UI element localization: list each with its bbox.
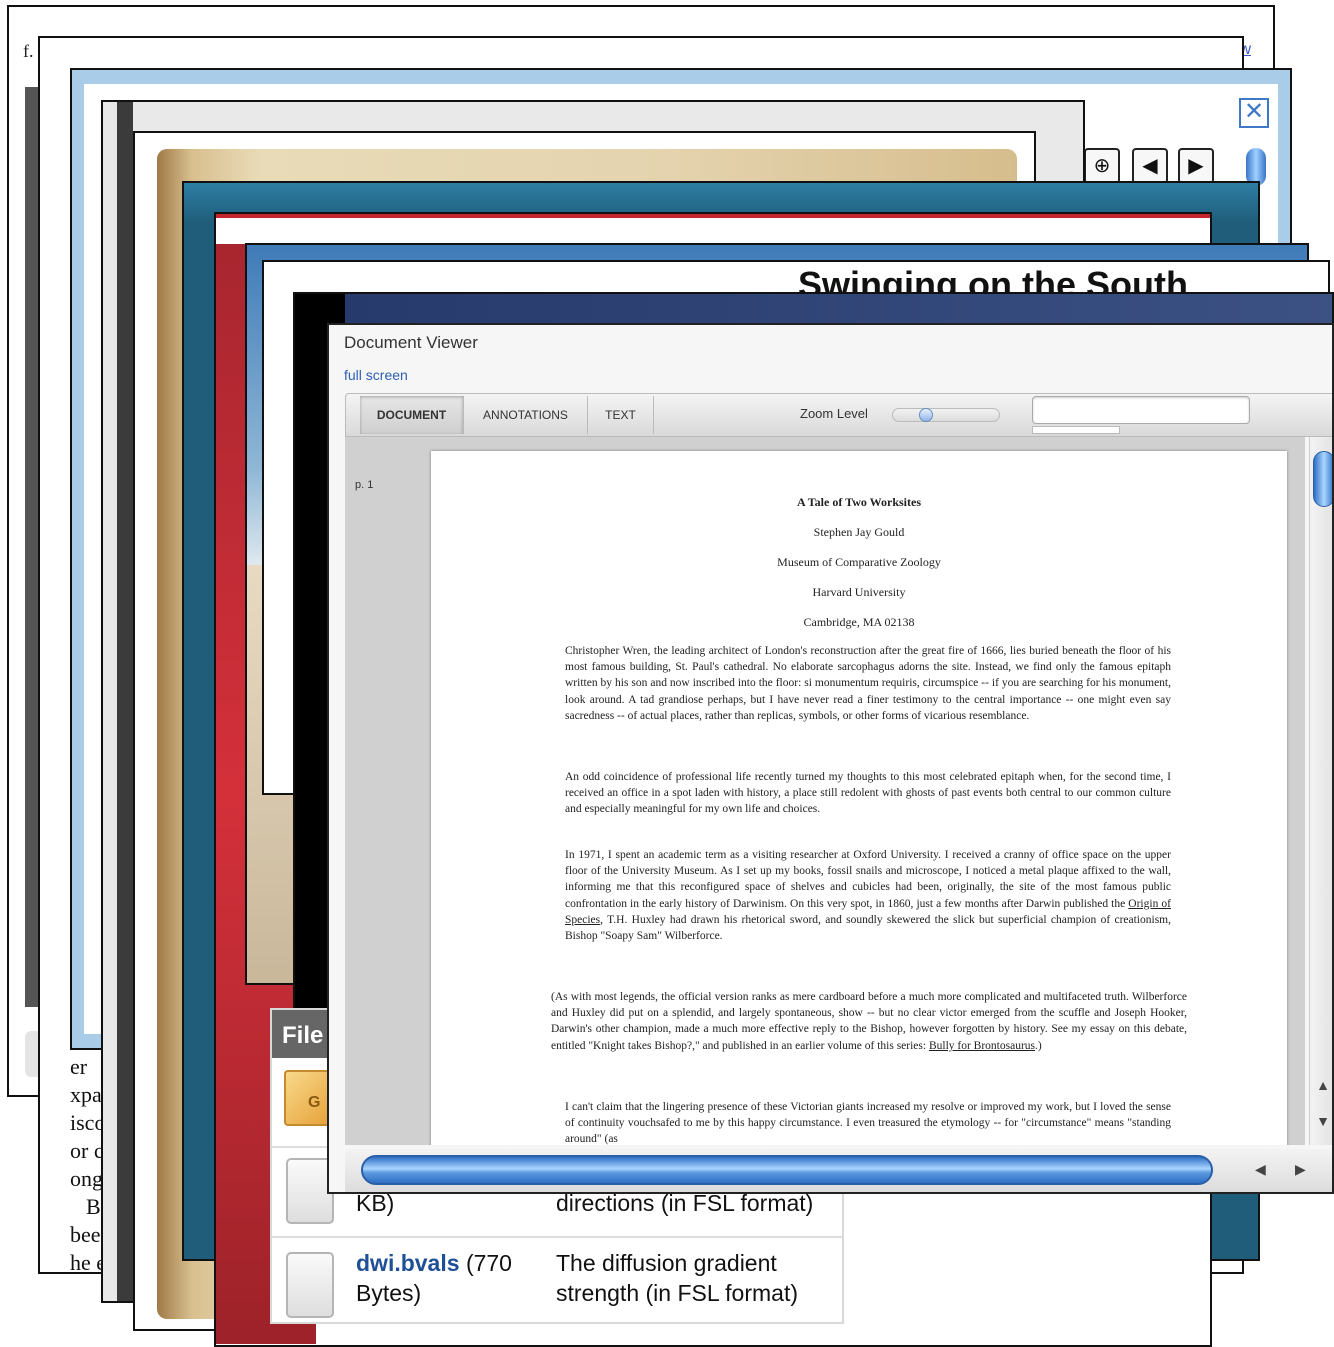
paper-paragraph: In 1971, I spent an academic term as a v… — [565, 847, 1171, 944]
tab-annotations[interactable]: ANNOTATIONS — [464, 396, 588, 434]
zoom-in-icon[interactable]: ⊕ — [1084, 148, 1120, 184]
file-size-unit: Bytes) — [356, 1280, 422, 1306]
paper-text: (As with most legends, the official vers… — [551, 991, 1187, 1052]
scroll-down-icon[interactable]: ▼ — [1314, 1113, 1332, 1129]
zoom-slider[interactable] — [892, 408, 1000, 422]
file-icon[interactable] — [286, 1252, 334, 1318]
close-icon[interactable]: ✕ — [1239, 98, 1269, 128]
table-row: dwi.bvals (770 Bytes) The diffusion grad… — [272, 1236, 842, 1324]
file-description-line: strength (in FSL format) — [556, 1280, 799, 1306]
paper-text: , T.H. Huxley had drawn his rhetorical s… — [565, 913, 1171, 943]
search-dropdown[interactable] — [1032, 426, 1120, 434]
vertical-scrollbar-thumb[interactable] — [1313, 451, 1332, 507]
paper-text: .) — [1035, 1039, 1042, 1052]
next-icon[interactable]: ▶ — [1178, 148, 1214, 184]
window-title: Document Viewer — [344, 333, 478, 352]
tab-document[interactable]: DOCUMENT — [360, 396, 464, 434]
paper-affiliation: Museum of Comparative Zoology — [777, 555, 941, 569]
vertical-scrollbar[interactable]: ▲ ▼ — [1309, 437, 1332, 1145]
file-name: dwi.bvals (770 Bytes) — [356, 1248, 512, 1308]
file-link[interactable]: dwi.bvals — [356, 1250, 460, 1276]
file-description-line: The diffusion gradient — [556, 1250, 777, 1276]
red-top-border — [216, 214, 1210, 218]
scroll-left-icon[interactable]: ◀ — [1255, 1161, 1266, 1178]
paper-paragraph: Christopher Wren, the leading architect … — [565, 645, 1171, 722]
horizontal-scrollbar[interactable]: ◀ ▶ — [345, 1149, 1332, 1192]
previous-icon[interactable]: ◀ — [1132, 148, 1168, 184]
scroll-up-icon[interactable]: ▲ — [1314, 1077, 1332, 1093]
archive-icon[interactable]: G — [284, 1070, 332, 1126]
document-area: p. 1 A Tale of Two Worksites Stephen Jay… — [345, 437, 1305, 1145]
zoom-slider-handle[interactable] — [919, 408, 933, 422]
paper-paragraph: I can't claim that the lingering presenc… — [565, 1101, 1171, 1145]
page-number: p. 1 — [355, 479, 374, 491]
paper-address: Cambridge, MA 02138 — [803, 615, 915, 629]
paper-paragraph: (As with most legends, the official vers… — [551, 989, 1187, 1054]
paper-paragraph: An odd coincidence of professional life … — [565, 771, 1171, 816]
viewer-toolbar: DOCUMENT ANNOTATIONS TEXT Zoom Level — [345, 393, 1332, 437]
document-viewer-window: Document Viewer full screen DOCUMENT ANN… — [327, 323, 1334, 1194]
full-screen-link[interactable]: full screen — [344, 367, 408, 383]
scroll-right-icon[interactable]: ▶ — [1295, 1161, 1306, 1178]
paper-title: A Tale of Two Worksites — [796, 495, 922, 509]
file-size: (770 — [465, 1250, 512, 1276]
file-table-header: File — [272, 1010, 328, 1058]
zoom-label: Zoom Level — [800, 406, 868, 421]
paper-fragment-letter: f. — [23, 41, 34, 61]
paper-author: Stephen Jay Gould — [813, 525, 905, 539]
paper-link[interactable]: Bully for Brontosaurus — [929, 1040, 1035, 1052]
document-page: A Tale of Two Worksites Stephen Jay Goul… — [431, 451, 1287, 1145]
file-description: The diffusion gradient strength (in FSL … — [556, 1248, 798, 1308]
horizontal-scrollbar-thumb[interactable] — [361, 1155, 1213, 1185]
dark-panel — [117, 102, 133, 1301]
paper-text: In 1971, I spent an academic term as a v… — [565, 849, 1171, 910]
paper-affiliation: Harvard University — [812, 585, 906, 599]
search-input[interactable] — [1032, 396, 1250, 424]
tab-text[interactable]: TEXT — [588, 396, 654, 434]
